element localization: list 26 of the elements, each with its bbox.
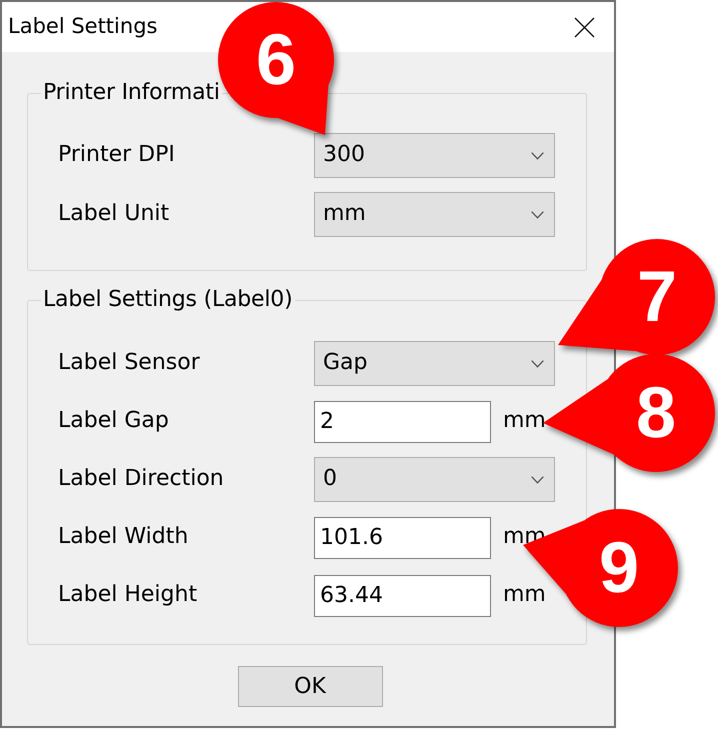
dropdown[interactable]: 0: [314, 457, 555, 502]
dropdown[interactable]: Gap: [314, 341, 555, 386]
field-label: Label Height: [58, 582, 198, 609]
close-icon: [574, 16, 595, 38]
ok-button[interactable]: OK: [238, 666, 382, 707]
field-label: Printer DPI: [58, 142, 176, 169]
unit-label: mm: [503, 408, 546, 435]
close-button[interactable]: [574, 16, 595, 38]
chevron-down-icon: [531, 152, 544, 160]
text-input[interactable]: 63.44: [314, 574, 491, 616]
chevron-down-icon: [531, 210, 544, 218]
unit-label: mm: [503, 582, 546, 609]
chevron-down-icon: [531, 476, 544, 484]
window-title: Label Settings: [8, 14, 158, 40]
group-title: Printer Informati: [42, 80, 221, 106]
text-input[interactable]: 101.6: [314, 516, 491, 558]
field-label: Label Sensor: [58, 350, 201, 377]
chevron-down-icon: [531, 360, 544, 368]
dropdown[interactable]: 300: [314, 133, 555, 178]
field-label: Label Direction: [58, 466, 225, 493]
text-input[interactable]: 2: [314, 400, 491, 442]
dropdown[interactable]: mm: [314, 192, 555, 237]
field-label: Label Width: [58, 524, 190, 551]
field-label: Label Gap: [58, 408, 170, 435]
field-label: Label Unit: [58, 201, 170, 228]
group-title: Label Settings (Label0): [42, 287, 294, 313]
